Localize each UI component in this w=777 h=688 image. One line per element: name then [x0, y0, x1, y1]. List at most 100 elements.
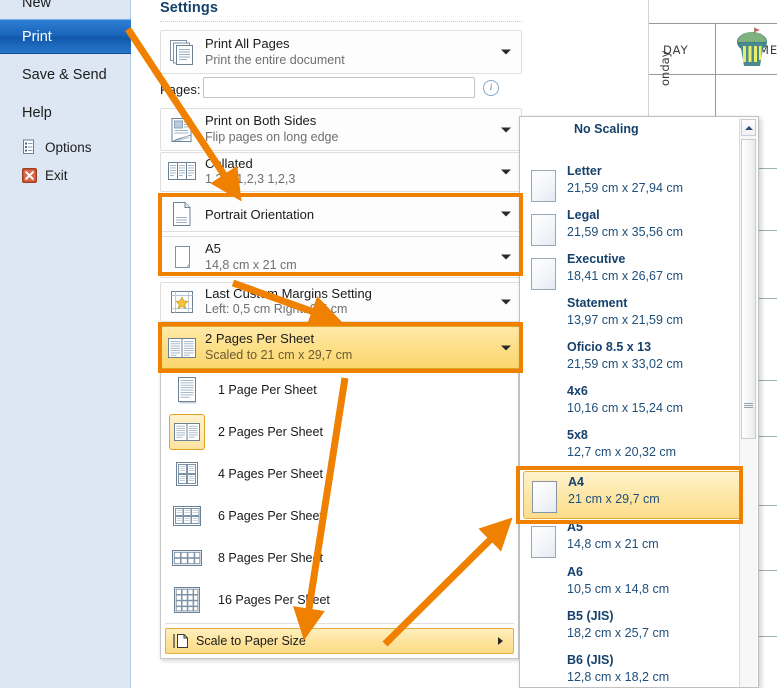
menu-divider [165, 623, 514, 624]
chevron-down-icon[interactable] [501, 345, 511, 350]
pages-per-sheet-subtitle: Scaled to 21 cm x 29,7 cm [205, 348, 353, 362]
info-icon[interactable]: i [483, 80, 499, 96]
margins-icon [167, 287, 197, 317]
paper-name: Legal [567, 208, 600, 222]
chevron-down-icon[interactable] [501, 299, 511, 305]
paper-dimensions: 21 cm x 29,7 cm [568, 492, 660, 506]
collation-combo[interactable]: Collated 1,2,3 1,2,3 1,2,3 [160, 152, 522, 192]
paper-name: 4x6 [567, 384, 588, 398]
sidebar-item-help[interactable]: Help [0, 98, 131, 128]
table-gridline [649, 23, 777, 24]
sidebar-item-exit[interactable]: Exit [0, 163, 131, 187]
sidebar-item-label: Help [22, 105, 52, 121]
document-preview[interactable]: DAY ME onday [648, 0, 777, 118]
menu-item-1-page-per-sheet[interactable]: 1 Page Per Sheet [161, 369, 518, 411]
paper-preview-icon [531, 258, 556, 290]
sheet-1-icon [169, 372, 205, 408]
orientation-title: Portrait Orientation [205, 207, 315, 222]
paper-preview-icon [532, 481, 557, 513]
pages-input[interactable] [203, 77, 475, 98]
menu-item-4-pages-per-sheet[interactable]: 4 Pages Per Sheet [161, 453, 518, 495]
menu-item-2-pages-per-sheet[interactable]: 2 Pages Per Sheet [161, 411, 518, 453]
sidebar-item-label: Print [22, 28, 52, 45]
scrollbar-thumb[interactable] [741, 139, 756, 439]
menu-item-label: 16 Pages Per Sheet [218, 593, 330, 607]
print-range-combo[interactable]: Print All Pages Print the entire documen… [160, 30, 522, 74]
paper-name: A4 [568, 475, 584, 489]
paper-dimensions: 12,8 cm x 18,2 cm [567, 670, 670, 684]
menu-item-8-pages-per-sheet[interactable]: 8 Pages Per Sheet [161, 537, 518, 579]
chevron-down-icon[interactable] [501, 127, 511, 132]
chevron-down-icon[interactable] [501, 254, 511, 260]
duplex-subtitle: Flip pages on long edge [205, 130, 339, 144]
paper-name: Statement [567, 296, 628, 310]
chevron-right-icon [498, 637, 503, 645]
chevron-down-icon[interactable] [501, 211, 511, 217]
sheet-16-icon [169, 582, 205, 618]
paper-dimensions: 13,97 cm x 21,59 cm [567, 313, 684, 327]
flyout-scrollbar[interactable] [739, 118, 757, 687]
orientation-combo[interactable]: Portrait Orientation [160, 196, 522, 232]
sidebar-item-print[interactable]: Print [0, 19, 131, 54]
print-all-pages-icon [167, 37, 197, 67]
pages-per-sheet-combo[interactable]: 2 Pages Per Sheet Scaled to 21 cm x 29,7… [160, 326, 522, 369]
settings-divider [160, 21, 522, 22]
sidebar-item-label: Exit [45, 167, 68, 183]
duplex-combo[interactable]: Print on Both Sides Flip pages on long e… [160, 108, 522, 151]
paper-size-combo[interactable]: A5 14,8 cm x 21 cm [160, 236, 522, 278]
sidebar-item-save-and-send[interactable]: Save & Send [0, 60, 131, 90]
flyout-item-no-scaling[interactable]: No Scaling [574, 122, 639, 136]
paper-name: Letter [567, 164, 602, 178]
paper-name: A5 [567, 520, 583, 534]
margins-subtitle: Left: 0,5 cm Right: 0,5 cm [205, 302, 348, 316]
two-per-sheet-icon [167, 333, 197, 363]
paper-size-title: A5 [205, 241, 221, 256]
sheet-4-icon [169, 456, 205, 492]
preview-cell-monday: onday [658, 50, 672, 86]
menu-item-scale-to-paper-size[interactable]: Scale to Paper Size [165, 628, 514, 654]
menu-item-label: 4 Pages Per Sheet [218, 467, 323, 481]
menu-item-label: 1 Page Per Sheet [218, 383, 317, 397]
flyout-item-b6-jis[interactable]: B6 (JIS) 12,8 cm x 18,2 cm [523, 650, 739, 687]
margins-title: Last Custom Margins Setting [205, 286, 372, 301]
scale-to-paper-icon [166, 631, 196, 651]
chevron-down-icon[interactable] [501, 49, 511, 55]
paper-preview-icon [531, 214, 556, 246]
exit-icon [22, 167, 37, 183]
scroll-up-button[interactable] [741, 119, 756, 136]
duplex-title: Print on Both Sides [205, 113, 317, 128]
flyout-item-5x8[interactable]: 5x8 12,7 cm x 20,32 cm [523, 425, 739, 477]
collation-title: Collated [205, 156, 253, 171]
duplex-icon [167, 115, 197, 145]
paper-name: A6 [567, 565, 583, 579]
chevron-down-icon[interactable] [501, 169, 511, 175]
menu-item-label: Scale to Paper Size [196, 634, 306, 648]
paper-dimensions: 21,59 cm x 35,56 cm [567, 225, 684, 239]
flyout-item-a4[interactable]: A4 21 cm x 29,7 cm [523, 471, 745, 519]
portrait-icon [167, 199, 197, 229]
print-range-subtitle: Print the entire document [205, 53, 345, 67]
sidebar-item-new[interactable]: New [0, 0, 131, 16]
collation-subtitle: 1,2,3 1,2,3 1,2,3 [205, 172, 296, 186]
paper-size-flyout: No Scaling Letter 21,59 cm x 27,94 cm Le… [519, 116, 759, 688]
menu-item-6-pages-per-sheet[interactable]: 6 Pages Per Sheet [161, 495, 518, 537]
paper-dimensions: 21,59 cm x 33,02 cm [567, 357, 684, 371]
paper-dimensions: 18,41 cm x 26,67 cm [567, 269, 684, 283]
paper-name: Oficio 8.5 x 13 [567, 340, 652, 354]
menu-item-label: 6 Pages Per Sheet [218, 509, 323, 523]
paper-dimensions: 12,7 cm x 20,32 cm [567, 445, 677, 459]
paper-preview-icon [531, 526, 556, 558]
paper-dimensions: 14,8 cm x 21 cm [567, 537, 659, 551]
paper-dimensions: 10,5 cm x 14,8 cm [567, 582, 670, 596]
paper-dimensions: 18,2 cm x 25,7 cm [567, 626, 670, 640]
menu-item-label: 2 Pages Per Sheet [218, 425, 323, 439]
sidebar-item-label: New [22, 0, 52, 11]
menu-item-16-pages-per-sheet[interactable]: 16 Pages Per Sheet [161, 579, 518, 621]
sidebar-item-options[interactable]: Options [0, 135, 131, 159]
margins-combo[interactable]: Last Custom Margins Setting Left: 0,5 cm… [160, 282, 522, 322]
paper-name: Executive [567, 252, 626, 266]
print-backstage-screen: New Print Save & Send Help Options Exit … [0, 0, 777, 688]
pages-label: Pages: [160, 82, 201, 97]
scrollbar-grip-icon [744, 403, 753, 410]
sidebar-item-label: Save & Send [22, 67, 107, 83]
